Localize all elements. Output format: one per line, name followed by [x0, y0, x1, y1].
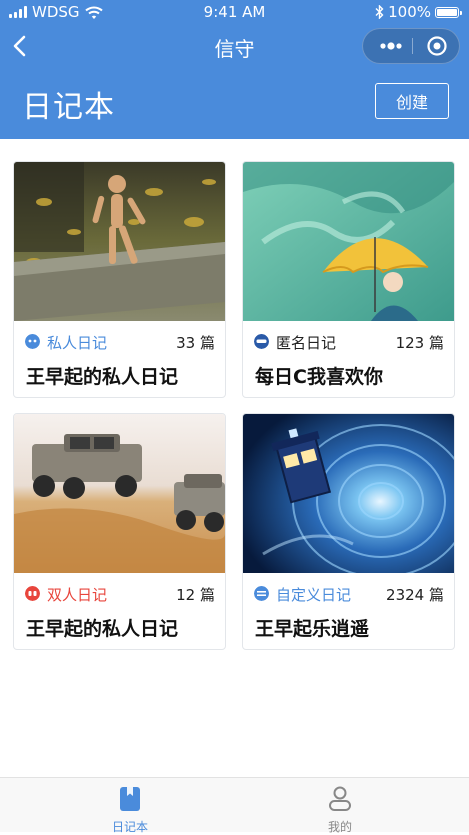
- diary-type-label: 匿名日记: [276, 334, 337, 352]
- diary-type-label: 自定义日记: [276, 586, 352, 604]
- entry-count: 123 篇: [395, 334, 444, 352]
- diary-card[interactable]: 匿名日记 123 篇 每日C我喜欢你: [242, 161, 455, 398]
- battery-icon: [435, 6, 462, 18]
- target-close-icon: [427, 36, 447, 56]
- entry-count: 33 篇: [176, 334, 215, 352]
- diary-card[interactable]: 自定义日记 2324 篇 王早起乐逍遥: [242, 413, 455, 650]
- diary-title: 王早起的私人日记: [26, 366, 179, 388]
- tab-bar: 日记本 我的: [0, 777, 469, 834]
- tab-label: 日记本: [111, 820, 148, 834]
- page-header: 日记本 创建: [0, 70, 469, 139]
- more-dots-icon: [380, 42, 402, 50]
- battery-percent: 100%: [388, 3, 431, 21]
- capsule-divider: [412, 38, 413, 54]
- diary-title: 每日C我喜欢你: [255, 366, 383, 388]
- bluetooth-icon: [375, 5, 384, 19]
- miniprogram-capsule: [362, 28, 460, 64]
- entry-count: 12 篇: [176, 586, 215, 604]
- private-face-icon: [25, 334, 40, 349]
- close-miniprogram-button[interactable]: [417, 29, 457, 63]
- status-bar: WDSG 9:41 AM 100%: [0, 0, 469, 24]
- person-icon: [329, 786, 351, 811]
- diary-title: 王早起乐逍遥: [255, 618, 370, 640]
- card-cover-image: [14, 162, 225, 321]
- custom-icon: [254, 586, 269, 601]
- create-button[interactable]: 创建: [375, 83, 449, 119]
- diary-type-label: 私人日记: [47, 334, 108, 352]
- nav-bar: 信守: [0, 24, 469, 70]
- more-button[interactable]: [371, 29, 411, 63]
- tab-mine[interactable]: 我的: [280, 778, 400, 834]
- card-cover-image: [243, 414, 454, 573]
- tab-notebook[interactable]: 日记本: [70, 778, 190, 834]
- diary-card[interactable]: 私人日记 33 篇 王早起的私人日记: [13, 161, 226, 398]
- diary-type-label: 双人日记: [47, 586, 108, 604]
- card-cover-image: [243, 162, 454, 321]
- couple-icon: [25, 586, 40, 601]
- tab-label: 我的: [327, 820, 352, 834]
- page-title: 日记本: [22, 90, 115, 125]
- entry-count: 2324 篇: [386, 586, 444, 604]
- mask-icon: [254, 334, 269, 349]
- card-cover-image: [14, 414, 225, 573]
- diary-title: 王早起的私人日记: [26, 618, 179, 640]
- diary-card[interactable]: 双人日记 12 篇 王早起的私人日记: [13, 413, 226, 650]
- notebook-icon: [120, 787, 140, 811]
